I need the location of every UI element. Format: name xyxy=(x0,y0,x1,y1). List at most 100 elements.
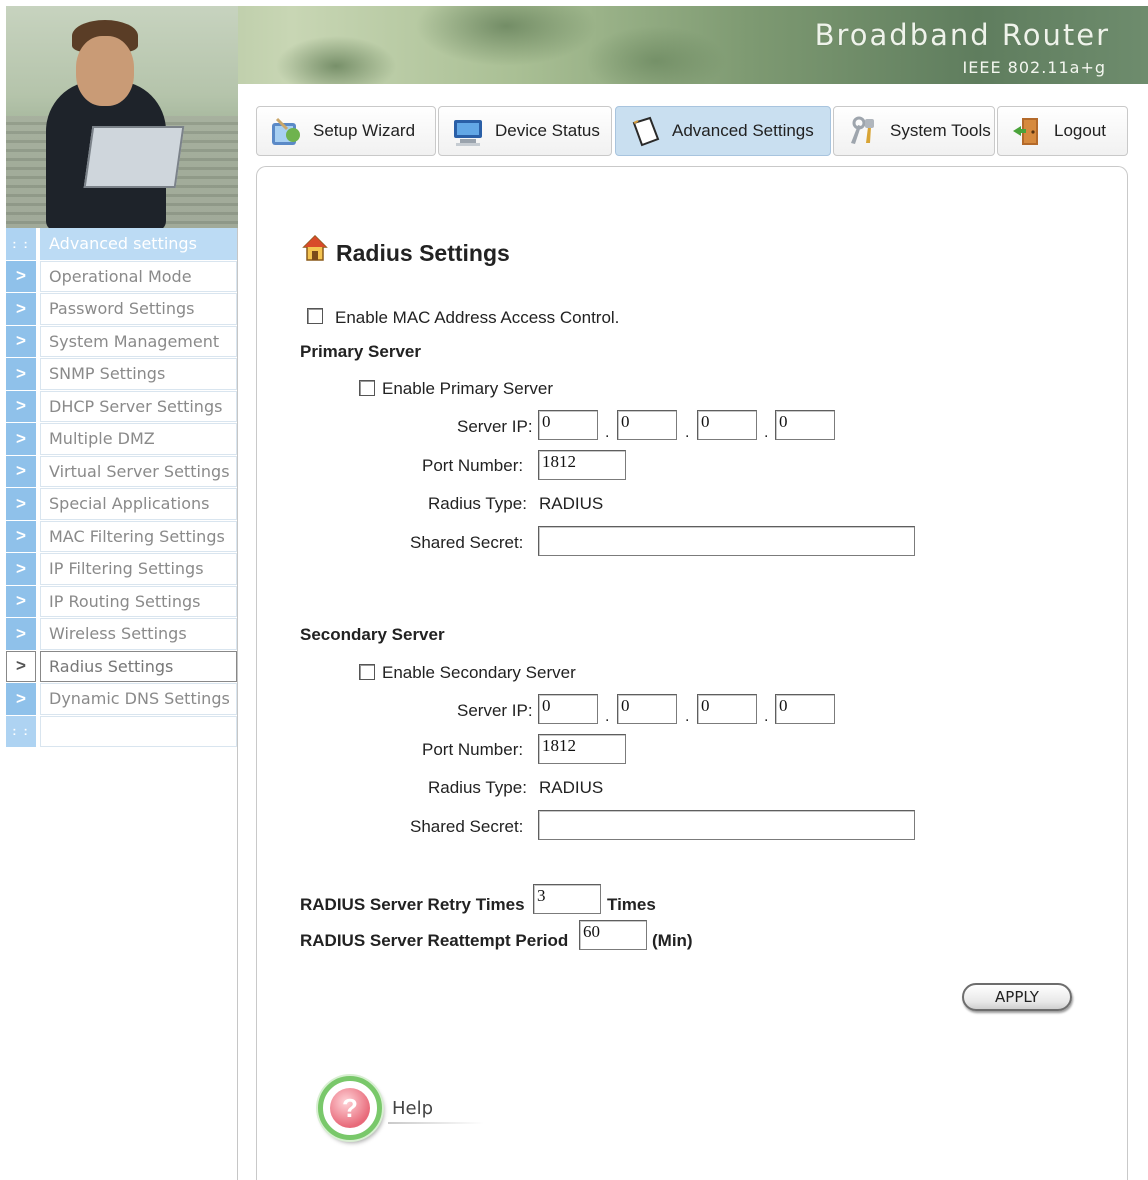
chevron-right-icon: > xyxy=(6,423,36,455)
sidebar-item-multiple-dmz[interactable]: > Multiple DMZ xyxy=(6,423,237,456)
chevron-right-icon: > xyxy=(6,325,36,357)
tab-setup-wizard[interactable]: Setup Wizard xyxy=(256,106,436,156)
tab-device-status[interactable]: Device Status xyxy=(438,106,612,156)
retry-times-unit: Times xyxy=(607,895,656,914)
chevron-right-icon: > xyxy=(6,650,36,682)
primary-port-label: Port Number: xyxy=(422,456,524,475)
primary-server-ip-label: Server IP: xyxy=(457,417,533,436)
photo-person-head xyxy=(76,36,134,106)
reattempt-period-label: RADIUS Server Reattempt Period xyxy=(300,931,569,950)
secondary-ip-octet-2[interactable]: 0 xyxy=(617,694,677,724)
sidebar-item-label[interactable]: SNMP Settings xyxy=(40,358,237,390)
sidebar-item-radius-settings[interactable]: > Radius Settings xyxy=(6,650,237,683)
tab-system-tools[interactable]: System Tools xyxy=(833,106,995,156)
sidebar-footer-spacer xyxy=(40,715,237,747)
sidebar-item-virtual-server-settings[interactable]: > Virtual Server Settings xyxy=(6,455,237,488)
document-icon xyxy=(632,116,660,147)
sidebar-item-snmp-settings[interactable]: > SNMP Settings xyxy=(6,358,237,391)
sidebar-item-label[interactable]: Password Settings xyxy=(40,293,237,325)
sidebar-item-password-settings[interactable]: > Password Settings xyxy=(6,293,237,326)
primary-ip-octet-1[interactable]: 0 xyxy=(538,410,598,440)
secondary-server-heading: Secondary Server xyxy=(300,625,445,644)
primary-secret-input[interactable] xyxy=(538,526,915,556)
tab-label: Logout xyxy=(1054,121,1106,140)
enable-secondary-label: Enable Secondary Server xyxy=(382,663,576,682)
sidebar-item-wireless-settings[interactable]: > Wireless Settings xyxy=(6,618,237,651)
help-label[interactable]: Help xyxy=(392,1098,433,1119)
reattempt-period-unit: (Min) xyxy=(652,931,693,950)
ip-separator: . xyxy=(685,708,690,725)
primary-secret-label: Shared Secret: xyxy=(410,533,524,552)
primary-ip-octet-3[interactable]: 0 xyxy=(697,410,757,440)
sidebar-item-label[interactable]: Multiple DMZ xyxy=(40,423,237,455)
sidebar-item-special-applications[interactable]: > Special Applications xyxy=(6,488,237,521)
tab-label: System Tools xyxy=(890,121,991,140)
secondary-radius-type-label: Radius Type: xyxy=(428,778,527,797)
chevron-right-icon: > xyxy=(6,683,36,715)
secondary-ip-octet-3[interactable]: 0 xyxy=(697,694,757,724)
chevron-right-icon: > xyxy=(6,455,36,487)
primary-ip-octet-4[interactable]: 0 xyxy=(775,410,835,440)
sidebar-item-label[interactable]: IP Filtering Settings xyxy=(40,553,237,585)
sidebar-item-label[interactable]: Dynamic DNS Settings xyxy=(40,683,237,715)
secondary-port-label: Port Number: xyxy=(422,740,524,759)
enable-primary-label: Enable Primary Server xyxy=(382,379,554,398)
secondary-ip-octet-4[interactable]: 0 xyxy=(775,694,835,724)
setup-wizard-icon xyxy=(272,117,300,145)
sidebar-header-label: Advanced settings xyxy=(40,228,237,260)
sidebar-item-label[interactable]: DHCP Server Settings xyxy=(40,390,237,422)
enable-mac-label: Enable MAC Address Access Control. xyxy=(335,308,620,327)
retry-times-input[interactable]: 3 xyxy=(533,884,601,914)
sidebar-item-dynamic-dns-settings[interactable]: > Dynamic DNS Settings xyxy=(6,683,237,716)
grip-dots-icon: : : xyxy=(6,228,36,260)
sidebar-item-dhcp-server-settings[interactable]: > DHCP Server Settings xyxy=(6,390,237,423)
enable-secondary-checkbox[interactable] xyxy=(359,664,375,680)
sidebar-header: : : Advanced settings xyxy=(6,228,237,261)
door-exit-icon xyxy=(1013,118,1038,145)
tab-label: Advanced Settings xyxy=(672,121,814,140)
enable-mac-checkbox[interactable] xyxy=(307,308,323,324)
primary-ip-octet-2[interactable]: 0 xyxy=(617,410,677,440)
sidebar-item-system-management[interactable]: > System Management xyxy=(6,325,237,358)
chevron-right-icon: > xyxy=(6,553,36,585)
sidebar-item-label[interactable]: Virtual Server Settings xyxy=(40,455,237,487)
secondary-port-input[interactable]: 1812 xyxy=(538,734,626,764)
tab-label: Setup Wizard xyxy=(313,121,416,140)
ip-separator: . xyxy=(605,424,610,441)
sidebar-item-label[interactable]: Wireless Settings xyxy=(40,618,237,650)
chevron-right-icon: > xyxy=(6,618,36,650)
enable-primary-checkbox[interactable] xyxy=(359,380,375,396)
tab-advanced-settings[interactable]: Advanced Settings xyxy=(615,106,831,156)
chevron-right-icon: > xyxy=(6,260,36,292)
sidebar-item-label[interactable]: MAC Filtering Settings xyxy=(40,520,237,552)
reattempt-period-input[interactable]: 60 xyxy=(579,920,647,950)
sidebar-item-operational-mode[interactable]: > Operational Mode xyxy=(6,260,237,293)
sidebar-item-label[interactable]: IP Routing Settings xyxy=(40,585,237,617)
chevron-right-icon: > xyxy=(6,293,36,325)
tools-icon xyxy=(851,116,874,144)
ip-separator: . xyxy=(764,708,769,725)
ip-separator: . xyxy=(685,424,690,441)
apply-button[interactable]: APPLY xyxy=(962,983,1072,1011)
secondary-secret-input[interactable] xyxy=(538,810,915,840)
primary-server-heading: Primary Server xyxy=(300,342,421,361)
sidebar-item-label[interactable]: Special Applications xyxy=(40,488,237,520)
question-mark-icon: ? xyxy=(330,1088,370,1128)
page-title: Radius Settings xyxy=(336,240,510,266)
chevron-right-icon: > xyxy=(6,358,36,390)
sidebar-item-label[interactable]: System Management xyxy=(40,325,237,357)
sidebar-footer: : : xyxy=(6,715,237,748)
sidebar-item-label[interactable]: Operational Mode xyxy=(40,260,237,292)
help-button[interactable]: ? xyxy=(318,1076,382,1140)
banner-background xyxy=(256,6,736,84)
tab-logout[interactable]: Logout xyxy=(997,106,1128,156)
sidebar-item-ip-filtering-settings[interactable]: > IP Filtering Settings xyxy=(6,553,237,586)
help-underline xyxy=(388,1122,484,1124)
secondary-ip-octet-1[interactable]: 0 xyxy=(538,694,598,724)
primary-port-input[interactable]: 1812 xyxy=(538,450,626,480)
chevron-right-icon: > xyxy=(6,520,36,552)
sidebar-item-label[interactable]: Radius Settings xyxy=(40,650,237,682)
sidebar-item-mac-filtering-settings[interactable]: > MAC Filtering Settings xyxy=(6,520,237,553)
home-icon xyxy=(302,234,328,261)
sidebar-item-ip-routing-settings[interactable]: > IP Routing Settings xyxy=(6,585,237,618)
